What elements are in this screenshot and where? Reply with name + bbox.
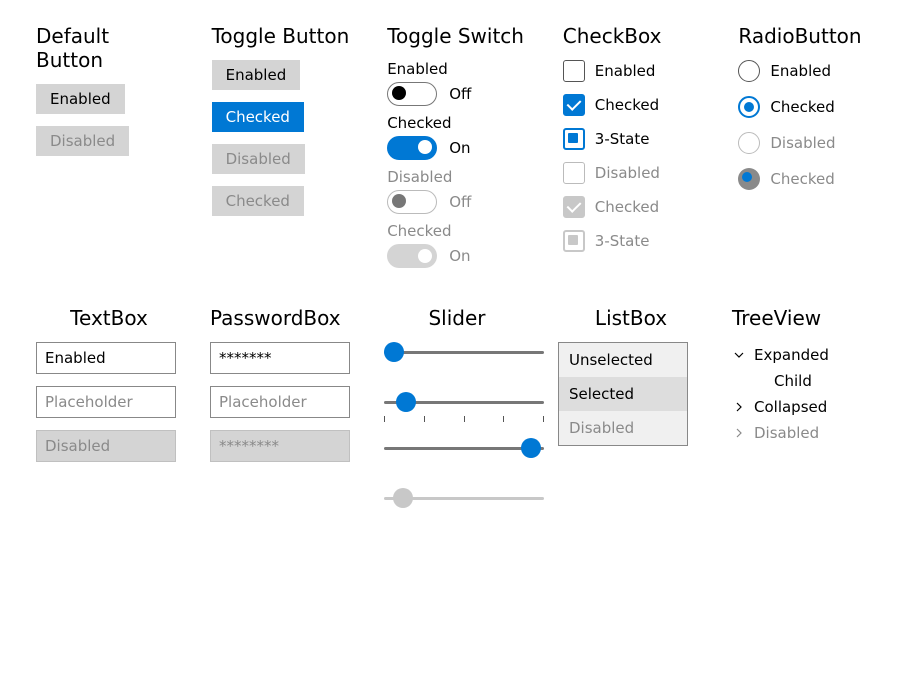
toggle-switch-off-disabled — [387, 190, 437, 214]
tree-item-child[interactable]: Child — [732, 368, 878, 394]
default-button-disabled: Disabled — [36, 126, 129, 156]
slider-ticks — [384, 416, 544, 422]
radio-row-checked[interactable]: Checked — [738, 96, 878, 118]
passwordbox-placeholder[interactable] — [210, 386, 350, 418]
toggle-switch-off[interactable] — [387, 82, 437, 106]
checkbox-row-checked-disabled: Checked — [563, 196, 703, 218]
checkbox-checked-icon[interactable] — [563, 94, 585, 116]
radio-label: Enabled — [770, 62, 831, 80]
slider-with-ticks[interactable] — [384, 392, 544, 412]
switch-header-checked: Checked — [387, 114, 527, 132]
checkbox-tristate-icon — [563, 230, 585, 252]
slider-thumb[interactable] — [521, 438, 541, 458]
checkbox-row-tristate[interactable]: 3-State — [563, 128, 703, 150]
switch-header-disabled: Disabled — [387, 168, 527, 186]
slider-high-value[interactable] — [384, 438, 544, 458]
chevron-right-icon — [732, 427, 746, 439]
switch-label-off: Off — [449, 85, 471, 103]
tree-item-label: Expanded — [754, 346, 829, 364]
tree-item-expanded[interactable]: Expanded — [732, 342, 878, 368]
checkbox-label: Disabled — [595, 164, 660, 182]
toggle-button-checked[interactable]: Checked — [212, 102, 304, 132]
checkbox-row-checked[interactable]: Checked — [563, 94, 703, 116]
section-title-treeview: TreeView — [732, 306, 878, 330]
slider-thumb[interactable] — [396, 392, 416, 412]
listbox-item-unselected[interactable]: Unselected — [559, 343, 687, 377]
chevron-down-icon[interactable] — [732, 349, 746, 361]
toggle-button-enabled[interactable]: Enabled — [212, 60, 301, 90]
radio-checked-icon — [738, 168, 760, 190]
switch-header-enabled: Enabled — [387, 60, 527, 78]
section-title-textbox: TextBox — [36, 306, 182, 330]
checkbox-checked-icon — [563, 196, 585, 218]
checkbox-row-enabled[interactable]: Enabled — [563, 60, 703, 82]
section-title-toggle-button: Toggle Button — [212, 24, 352, 48]
switch-label-on-disabled: On — [449, 247, 470, 265]
passwordbox-enabled[interactable] — [210, 342, 350, 374]
tree-item-label: Collapsed — [754, 398, 827, 416]
section-title-default-button: Default Button — [36, 24, 176, 72]
radio-row-checked-disabled: Checked — [738, 168, 878, 190]
checkbox-label: 3-State — [595, 232, 650, 250]
toggle-button-disabled: Disabled — [212, 144, 305, 174]
slider-thumb[interactable] — [384, 342, 404, 362]
textbox-placeholder[interactable] — [36, 386, 176, 418]
checkbox-icon — [563, 162, 585, 184]
tree-item-collapsed[interactable]: Collapsed — [732, 394, 878, 420]
checkbox-row-disabled: Disabled — [563, 162, 703, 184]
tree-item-disabled: Disabled — [732, 420, 878, 446]
section-title-checkbox: CheckBox — [563, 24, 703, 48]
checkbox-label: 3-State — [595, 130, 650, 148]
textbox-enabled[interactable] — [36, 342, 176, 374]
checkbox-row-tristate-disabled: 3-State — [563, 230, 703, 252]
radio-label: Checked — [770, 170, 834, 188]
textbox-disabled — [36, 430, 176, 462]
tree-item-label: Child — [774, 372, 812, 390]
listbox-item-selected[interactable]: Selected — [559, 377, 687, 411]
radio-icon — [738, 132, 760, 154]
checkbox-label: Checked — [595, 198, 659, 216]
radio-label: Checked — [770, 98, 834, 116]
radio-row-enabled[interactable]: Enabled — [738, 60, 878, 82]
switch-header-checked-disabled: Checked — [387, 222, 527, 240]
section-title-listbox: ListBox — [558, 306, 704, 330]
checkbox-label: Checked — [595, 96, 659, 114]
checkbox-label: Enabled — [595, 62, 656, 80]
listbox[interactable]: Unselected Selected Disabled — [558, 342, 688, 446]
radio-checked-icon[interactable] — [738, 96, 760, 118]
section-title-radiobutton: RadioButton — [738, 24, 878, 48]
default-button-enabled[interactable]: Enabled — [36, 84, 125, 114]
checkbox-tristate-icon[interactable] — [563, 128, 585, 150]
toggle-switch-on-disabled — [387, 244, 437, 268]
section-title-toggle-switch: Toggle Switch — [387, 24, 527, 48]
radio-icon[interactable] — [738, 60, 760, 82]
slider-thumb — [393, 488, 413, 508]
radio-row-disabled: Disabled — [738, 132, 878, 154]
listbox-item-disabled: Disabled — [559, 411, 687, 445]
tree-item-label: Disabled — [754, 424, 819, 442]
slider-enabled[interactable] — [384, 342, 544, 362]
section-title-slider: Slider — [384, 306, 530, 330]
switch-label-off-disabled: Off — [449, 193, 471, 211]
chevron-right-icon[interactable] — [732, 401, 746, 413]
toggle-switch-on[interactable] — [387, 136, 437, 160]
radio-label: Disabled — [770, 134, 835, 152]
slider-disabled — [384, 488, 544, 508]
switch-label-on: On — [449, 139, 470, 157]
passwordbox-disabled — [210, 430, 350, 462]
toggle-button-checked-disabled: Checked — [212, 186, 304, 216]
checkbox-icon[interactable] — [563, 60, 585, 82]
section-title-passwordbox: PasswordBox — [210, 306, 356, 330]
